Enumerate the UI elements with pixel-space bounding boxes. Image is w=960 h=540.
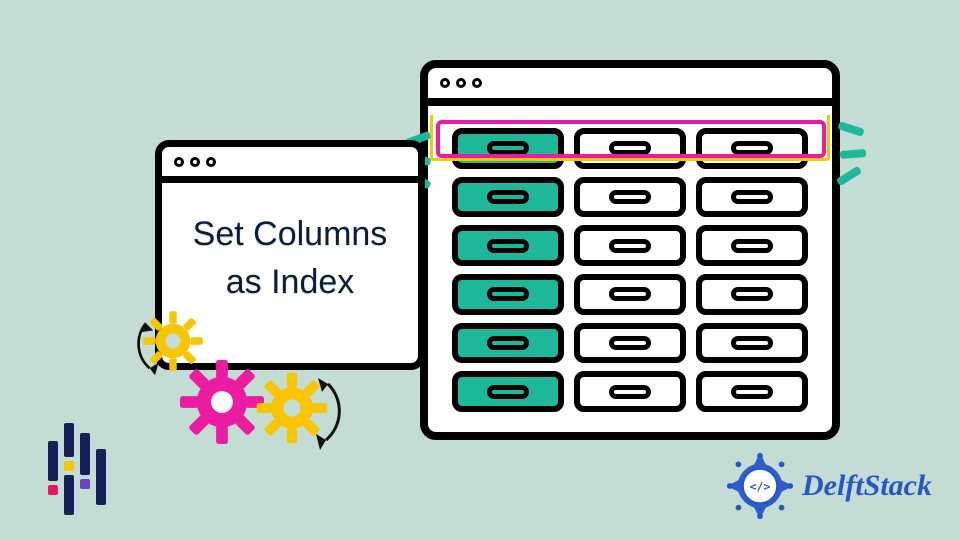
data-table [428, 106, 832, 432]
data-cell [696, 274, 808, 315]
svg-text:</>: </> [750, 479, 771, 493]
data-cell [696, 371, 808, 412]
index-cell [452, 177, 564, 218]
data-cell [574, 177, 686, 218]
brand-name: DelftStack [802, 469, 932, 503]
window-titlebar [162, 147, 418, 183]
gear-icon-yellow-medium [256, 372, 328, 444]
data-cell [696, 177, 808, 218]
index-cell [452, 274, 564, 315]
delftstack-emblem-icon: </> [724, 450, 796, 522]
index-cell [452, 323, 564, 364]
gear-icon-magenta [180, 360, 264, 444]
data-cell [574, 371, 686, 412]
window-control-dot [174, 157, 184, 167]
data-cell [574, 323, 686, 364]
accent-dash [840, 149, 866, 159]
index-cell [452, 128, 564, 169]
data-cell [574, 274, 686, 315]
accent-dash [837, 121, 864, 137]
window-control-dot [472, 78, 482, 88]
pandas-logo-icon [42, 423, 112, 518]
window-control-dot [190, 157, 200, 167]
window-control-dot [440, 78, 450, 88]
window-control-dot [456, 78, 466, 88]
data-cell [574, 128, 686, 169]
index-cell [452, 225, 564, 266]
window-control-dot [206, 157, 216, 167]
delftstack-logo: </> DelftStack [724, 450, 932, 522]
title-line2: as Index [226, 263, 355, 301]
data-cell [696, 225, 808, 266]
data-cell [696, 323, 808, 364]
data-cell [574, 225, 686, 266]
data-cell [696, 128, 808, 169]
window-titlebar [428, 68, 832, 106]
title-line1: Set Columns [193, 215, 388, 253]
index-cell [452, 371, 564, 412]
data-window [420, 60, 840, 440]
